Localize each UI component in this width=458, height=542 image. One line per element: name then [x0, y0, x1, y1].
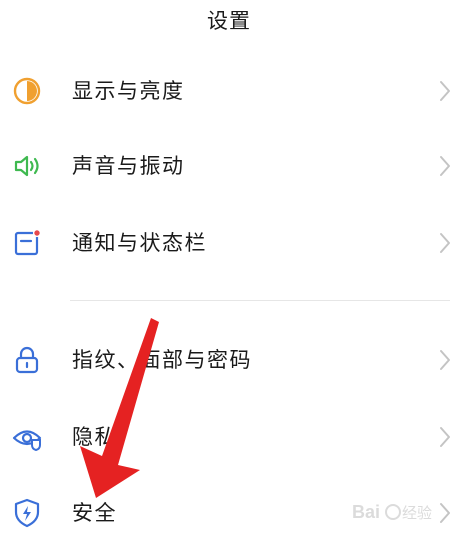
lock-icon: [10, 343, 44, 377]
chevron-right-icon: [438, 154, 452, 178]
brightness-icon: [10, 74, 44, 108]
chevron-right-icon: [438, 79, 452, 103]
settings-item-fingerprint[interactable]: 指纹、面部与密码: [0, 329, 458, 391]
chevron-right-icon: [438, 231, 452, 255]
security-shield-icon: [10, 496, 44, 530]
chevron-right-icon: [438, 348, 452, 372]
eye-shield-icon: [10, 420, 44, 454]
settings-item-notifications[interactable]: 通知与状态栏: [0, 212, 458, 274]
settings-item-label: 声音与振动: [72, 154, 185, 178]
settings-item-label: 指纹、面部与密码: [72, 348, 252, 372]
settings-item-display[interactable]: 显示与亮度: [0, 60, 458, 122]
header: 设置: [0, 0, 458, 44]
settings-screen: 设置 显示与亮度 声音与振动 通知与状态栏 指纹、面部与密码 隐私 安全 Bai…: [0, 0, 458, 542]
settings-item-label: 安全: [72, 501, 117, 525]
speaker-icon: [10, 149, 44, 183]
svg-text:经验: 经验: [402, 504, 432, 522]
settings-item-label: 隐私: [72, 425, 117, 449]
settings-item-label: 显示与亮度: [72, 79, 185, 103]
section-divider: [70, 300, 450, 301]
settings-item-label: 通知与状态栏: [72, 231, 207, 255]
page-title: 设置: [207, 9, 251, 33]
baidu-watermark-logo: Bai 经验: [350, 494, 448, 528]
settings-item-sound[interactable]: 声音与振动: [0, 135, 458, 197]
settings-item-privacy[interactable]: 隐私: [0, 406, 458, 468]
svg-text:Bai: Bai: [352, 502, 380, 522]
chevron-right-icon: [438, 425, 452, 449]
notification-icon: [10, 226, 44, 260]
